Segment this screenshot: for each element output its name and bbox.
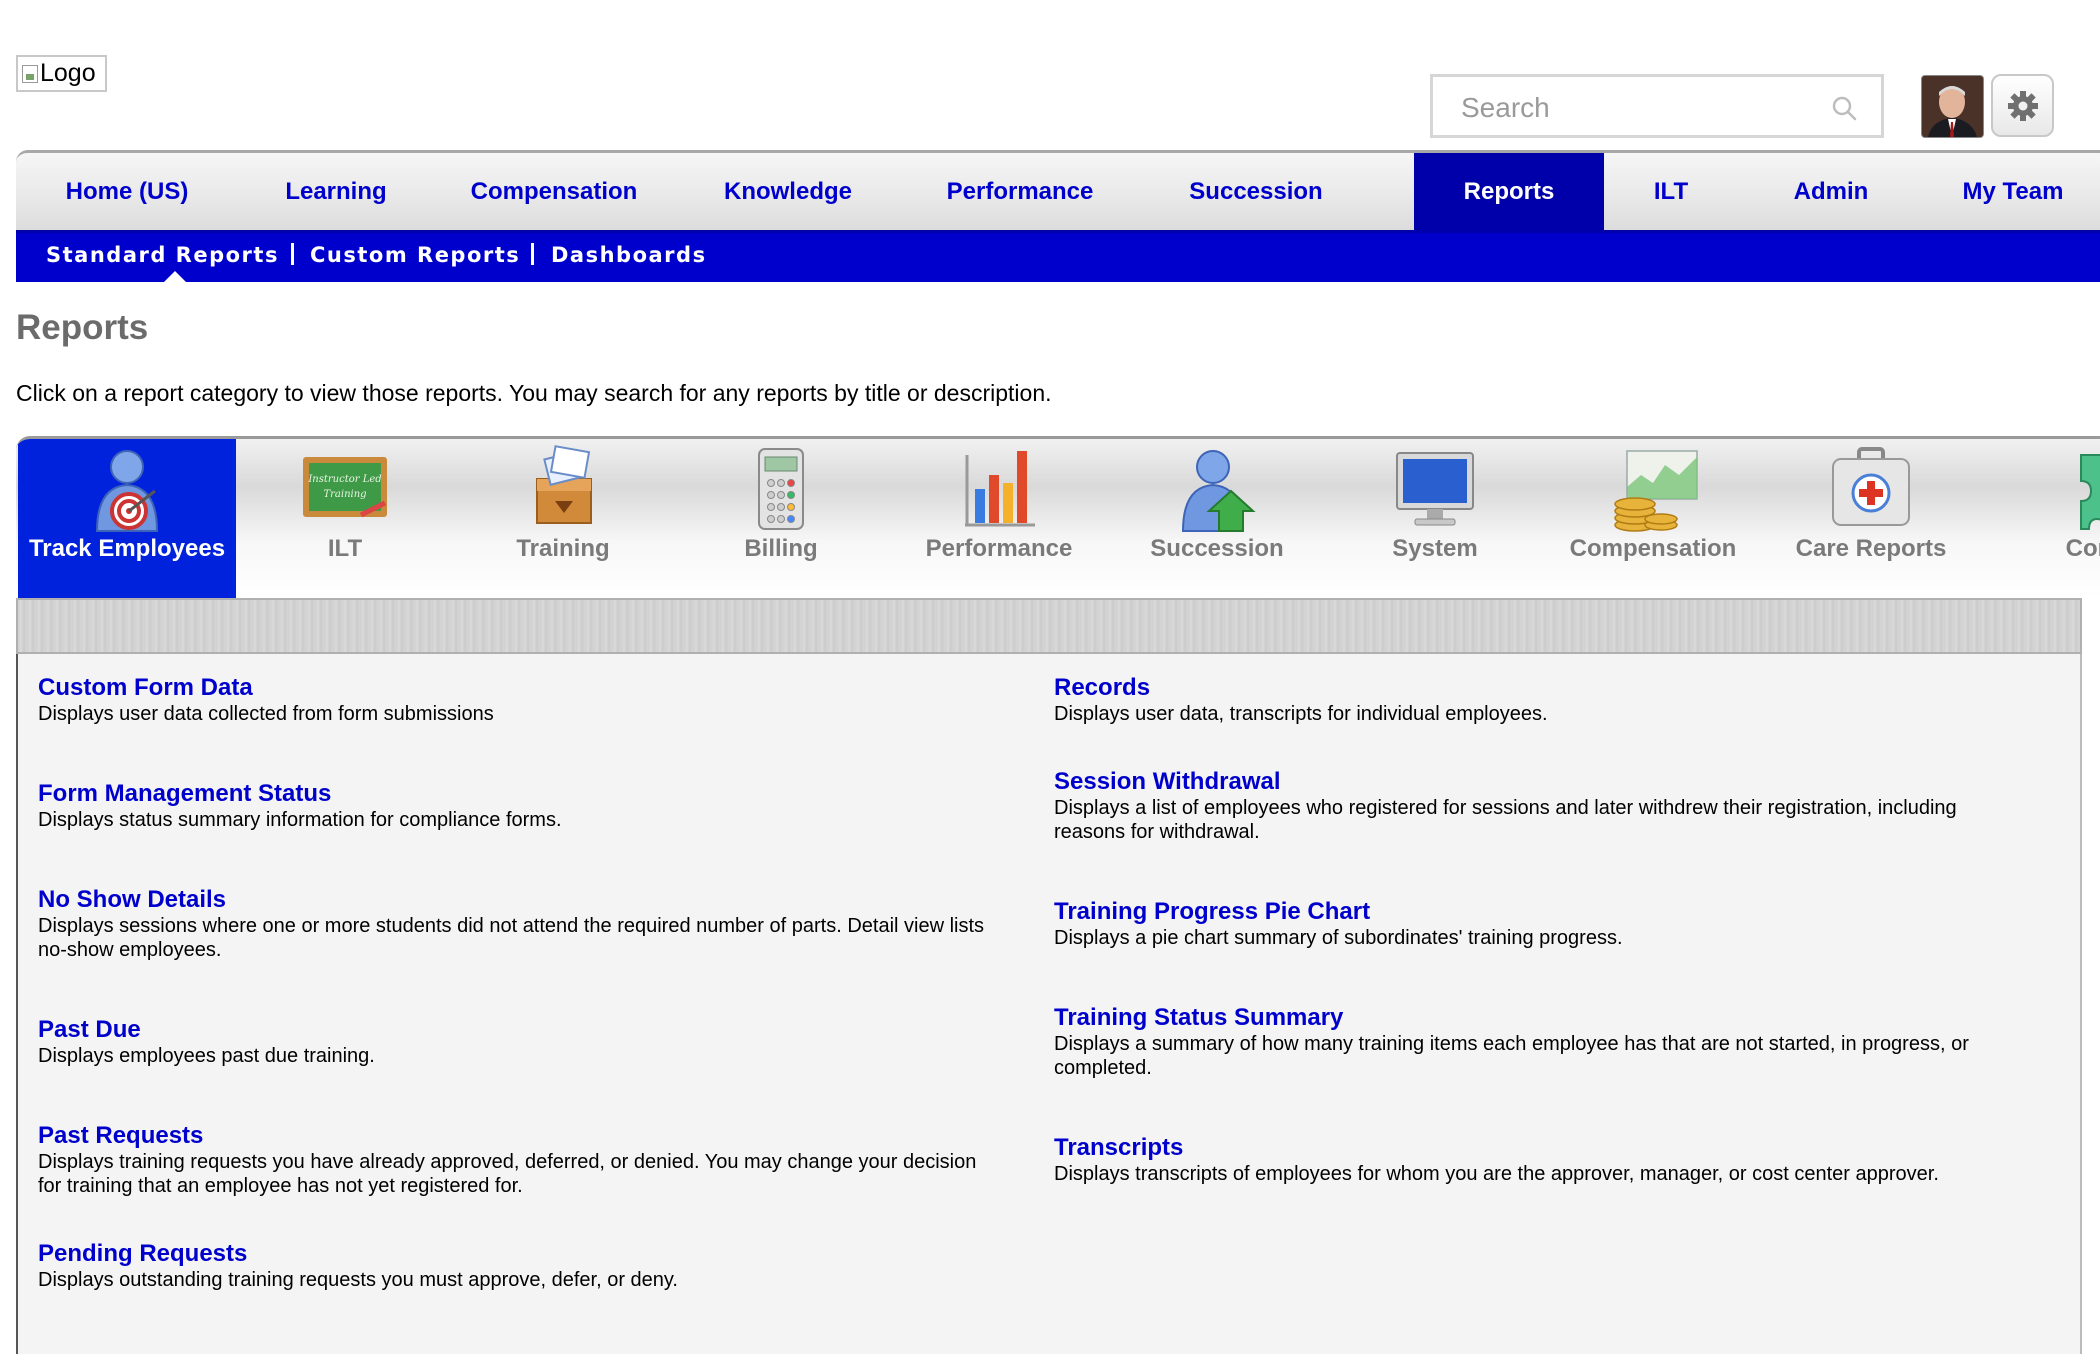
category-ilt[interactable]: Instructor Led Training ILT — [236, 439, 454, 598]
report-item: Session Withdrawal Displays a list of em… — [1054, 768, 2014, 844]
page-title: Reports — [16, 308, 149, 347]
report-link[interactable]: Custom Form Data — [38, 674, 998, 702]
compensation-icon — [1614, 450, 1698, 532]
report-description: Displays employees past due training. — [38, 1045, 375, 1067]
category-track-employees[interactable]: Track Employees — [18, 439, 236, 598]
report-link[interactable]: Past Due — [38, 1016, 998, 1044]
nav-compensation[interactable]: Compensation — [434, 153, 674, 230]
report-description: Displays outstanding training requests y… — [38, 1269, 678, 1291]
category-header-bar — [16, 598, 2082, 654]
report-item: Past Requests Displays training requests… — [38, 1122, 998, 1198]
broken-image-icon — [22, 64, 38, 83]
report-link[interactable]: Training Progress Pie Chart — [1054, 898, 2014, 926]
category-label: ILT — [327, 535, 363, 562]
category-succession[interactable]: Succession — [1108, 439, 1326, 598]
reports-panel: Custom Form Data Displays user data coll… — [16, 654, 2082, 1354]
report-description: Displays a list of employees who registe… — [1054, 797, 1957, 843]
puzzle-icon — [2080, 454, 2100, 530]
nav-my-team[interactable]: My Team — [1926, 153, 2100, 230]
report-description: Displays user data, transcripts for indi… — [1054, 703, 1548, 725]
report-item: Transcripts Displays transcripts of empl… — [1054, 1134, 2014, 1186]
category-label: System — [1392, 535, 1478, 562]
report-item: Pending Requests Displays outstanding tr… — [38, 1240, 998, 1292]
search-input[interactable] — [1459, 89, 1823, 127]
category-label: Billing — [744, 535, 818, 562]
category-label: Compensation — [1569, 535, 1737, 562]
settings-button[interactable] — [1991, 74, 2054, 137]
report-description: Displays a pie chart summary of subordin… — [1054, 927, 1623, 949]
report-item: Training Status Summary Displays a summa… — [1054, 1004, 2014, 1080]
report-description: Displays status summary information for … — [38, 809, 562, 831]
report-item: No Show Details Displays sessions where … — [38, 886, 998, 962]
ilt-icon: Instructor Led Training — [303, 457, 387, 518]
page: Logo Search Home (US) Learning Compensat… — [0, 0, 2100, 1354]
report-description: Displays a summary of how many training … — [1054, 1033, 1969, 1079]
track-employees-icon — [95, 450, 159, 532]
category-compensation[interactable]: Compensation — [1544, 439, 1762, 598]
user-portrait-icon — [1922, 76, 1983, 137]
care-reports-icon — [1832, 447, 1910, 526]
report-link[interactable]: Transcripts — [1054, 1134, 2014, 1162]
nav-learning[interactable]: Learning — [238, 153, 434, 230]
svg-text:Instructor Led: Instructor Led — [307, 474, 381, 485]
category-system[interactable]: System — [1326, 439, 1544, 598]
search-icon[interactable] — [1831, 95, 1857, 121]
page-intro: Click on a report category to view those… — [16, 380, 1052, 406]
nav-succession[interactable]: Succession — [1138, 153, 1374, 230]
subnav-divider — [531, 243, 534, 265]
nav-knowledge[interactable]: Knowledge — [674, 153, 902, 230]
report-description: Displays transcripts of employees for wh… — [1054, 1163, 1939, 1185]
report-link[interactable]: Records — [1054, 674, 2014, 702]
search-box[interactable] — [1430, 74, 1884, 138]
report-link[interactable]: Session Withdrawal — [1054, 768, 2014, 796]
logo-alt-text: Logo — [40, 59, 96, 87]
report-description: Displays sessions where one or more stud… — [38, 915, 985, 961]
training-icon — [536, 445, 592, 524]
report-item: Form Management Status Displays status s… — [38, 780, 998, 832]
category-billing[interactable]: Billing — [672, 439, 890, 598]
category-label: Succession — [1150, 535, 1284, 562]
nav-reports[interactable]: Reports — [1414, 153, 1604, 230]
report-item: Records Displays user data, transcripts … — [1054, 674, 2014, 726]
category-training[interactable]: Training — [454, 439, 672, 598]
report-description: Displays training requests you have alre… — [38, 1151, 977, 1197]
category-performance[interactable]: Performance — [890, 439, 1108, 598]
subnav-divider — [291, 243, 294, 265]
logo[interactable]: Logo — [16, 55, 107, 92]
report-description: Displays user data collected from form s… — [38, 703, 494, 725]
category-care-reports[interactable]: Care Reports — [1762, 439, 1980, 598]
nav-ilt[interactable]: ILT — [1606, 153, 1736, 230]
category-con[interactable]: Con — [1980, 439, 2100, 598]
report-link[interactable]: Past Requests — [38, 1122, 998, 1150]
nav-performance[interactable]: Performance — [902, 153, 1138, 230]
report-item: Training Progress Pie Chart Displays a p… — [1054, 898, 2014, 950]
category-label: Performance — [925, 535, 1073, 562]
avatar[interactable] — [1921, 75, 1984, 138]
subnav-custom-reports[interactable]: Custom Reports — [310, 243, 520, 267]
report-item: Custom Form Data Displays user data coll… — [38, 674, 998, 726]
system-icon — [1396, 452, 1474, 526]
svg-text:Training: Training — [323, 489, 366, 500]
report-category-strip: Track Employees Instructor Led Training … — [16, 436, 2100, 598]
succession-icon — [1181, 450, 1256, 532]
gear-icon — [2007, 90, 2038, 121]
nav-home[interactable]: Home (US) — [16, 153, 238, 230]
category-label: Track Employees — [28, 535, 226, 562]
category-label: Con — [2065, 535, 2100, 562]
main-nav: Home (US) Learning Compensation Knowledg… — [16, 150, 2100, 230]
report-link[interactable]: Pending Requests — [38, 1240, 998, 1268]
category-label: Care Reports — [1795, 535, 1947, 562]
category-label: Training — [516, 535, 610, 562]
subnav-dashboards[interactable]: Dashboards — [551, 243, 707, 267]
billing-icon — [758, 448, 804, 530]
report-link[interactable]: Training Status Summary — [1054, 1004, 2014, 1032]
performance-icon — [965, 451, 1035, 527]
active-subnav-pointer — [164, 271, 186, 282]
report-item: Past Due Displays employees past due tra… — [38, 1016, 998, 1068]
report-link[interactable]: Form Management Status — [38, 780, 998, 808]
sub-nav: Standard Reports Custom Reports Dashboar… — [16, 230, 2100, 282]
report-link[interactable]: No Show Details — [38, 886, 998, 914]
subnav-standard-reports[interactable]: Standard Reports — [46, 243, 279, 267]
nav-admin[interactable]: Admin — [1736, 153, 1926, 230]
